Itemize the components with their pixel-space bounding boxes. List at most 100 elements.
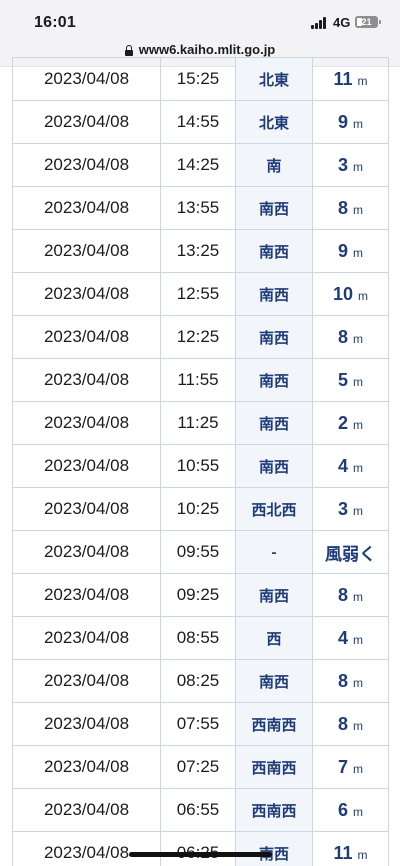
direction-cell: 北東 — [235, 57, 313, 101]
date-cell: 2023/04/08 — [12, 487, 161, 531]
wave-value: 9 — [337, 240, 348, 261]
table-row: 2023/04/08 11:25 南西 2 m — [12, 401, 389, 445]
wave-cell: 5m — [312, 358, 389, 402]
wave-unit: m — [353, 417, 363, 432]
url-text: www6.kaiho.mlit.go.jp — [138, 42, 276, 57]
direction-cell: 南西 — [235, 659, 313, 703]
table-row: 2023/04/08 10:25 西北西 3 m — [12, 487, 389, 531]
wave-cell: 6m — [312, 788, 389, 832]
wave-value: 11 — [333, 68, 353, 89]
time-cell: 06:25 — [160, 831, 236, 866]
wave-cell: 8m — [312, 702, 389, 746]
wave-unit: m — [353, 331, 363, 346]
date-cell: 2023/04/08 — [12, 788, 161, 832]
observation-table-container[interactable]: 2023/04/08 15:25 北東 11 m 2023/04/08 14:55 北東 9 m 2… — [12, 57, 389, 866]
wave-value: 8 — [337, 197, 348, 218]
wave-unit: m — [353, 718, 363, 733]
wave-value: 8 — [337, 326, 348, 347]
date-cell: 2023/04/08 — [12, 530, 161, 574]
wave-value: 10 — [332, 283, 354, 304]
time-cell: 07:25 — [160, 745, 236, 789]
wave-value: 2 — [337, 412, 348, 433]
wave-unit: m — [357, 847, 368, 862]
battery-icon: 21 — [355, 16, 378, 28]
date-cell: 2023/04/08 — [12, 616, 161, 660]
wave-cell: 10 m — [312, 272, 389, 316]
wave-value: 3 — [337, 154, 348, 175]
battery-tip — [379, 20, 381, 24]
wave-cell: 11 m — [312, 831, 389, 866]
table-row: 2023/04/08 08:25 南西 8 m — [12, 659, 389, 703]
wave-value: 8 — [337, 584, 348, 605]
direction-cell: 南西 — [235, 573, 313, 617]
direction-cell: 南 — [235, 143, 313, 187]
wave-cell: 8m — [312, 315, 389, 359]
wave-unit: m — [357, 73, 368, 88]
wave-cell: 4m — [312, 444, 389, 488]
table-row: 2023/04/08 07:25 西南西 7 m — [12, 745, 389, 789]
date-cell: 2023/04/08 — [12, 358, 161, 402]
date-cell: 2023/04/08 — [12, 444, 161, 488]
table-row: 2023/04/08 12:55 南西 10 m — [12, 272, 389, 316]
direction-cell: 南西 — [235, 401, 313, 445]
direction-cell: 北東 — [235, 100, 313, 144]
time-cell: 07:55 — [160, 702, 236, 746]
wave-cell: 9m — [312, 100, 389, 144]
wave-cell: 8m — [312, 659, 389, 703]
direction-cell: 南西 — [235, 272, 313, 316]
wave-value: 7 — [337, 756, 348, 777]
table-row: 2023/04/08 08:55 西 4 m — [12, 616, 389, 660]
wave-unit: m — [353, 804, 363, 819]
home-indicator[interactable] — [129, 852, 272, 857]
date-cell: 2023/04/08 — [12, 143, 161, 187]
wave-cell: 9m — [312, 229, 389, 273]
time-cell: 13:55 — [160, 186, 236, 230]
direction-cell: 西南西 — [235, 788, 313, 832]
battery-percentage: 21 — [361, 17, 372, 27]
cellular-signal-icon — [311, 17, 328, 29]
date-cell: 2023/04/08 — [12, 573, 161, 617]
wave-unit: m — [353, 761, 363, 776]
direction-cell: 西南西 — [235, 702, 313, 746]
time-cell: 12:55 — [160, 272, 236, 316]
direction-cell: 南西 — [235, 444, 313, 488]
table-row: 2023/04/08 07:55 西南西 8 m — [12, 702, 389, 746]
wave-cell: 3m — [312, 487, 389, 531]
time-cell: 10:25 — [160, 487, 236, 531]
status-bar: 16:01 4G 21 — [0, 0, 400, 36]
time-cell: 15:25 — [160, 57, 236, 101]
direction-cell: 南西 — [235, 229, 313, 273]
time-cell: 11:25 — [160, 401, 236, 445]
direction-cell: 南西 — [235, 358, 313, 402]
wave-cell: 8m — [312, 573, 389, 617]
time-cell: 09:55 — [160, 530, 236, 574]
wave-cell: 風弱く — [312, 530, 389, 574]
wave-value: 4 — [337, 627, 348, 648]
time-cell: 08:55 — [160, 616, 236, 660]
table-row: 2023/04/08 14:55 北東 9 m — [12, 100, 389, 144]
wave-value: 9 — [337, 111, 348, 132]
wave-value: 6 — [337, 799, 348, 820]
wave-unit: m — [353, 503, 363, 518]
wave-unit: m — [353, 460, 363, 475]
time-cell: 09:25 — [160, 573, 236, 617]
date-cell: 2023/04/08 — [12, 401, 161, 445]
status-time: 16:01 — [34, 14, 76, 31]
table-row: 2023/04/08 13:55 南西 8 m — [12, 186, 389, 230]
wave-unit: m — [353, 116, 363, 131]
table-row: 2023/04/08 09:25 南西 8 m — [12, 573, 389, 617]
wave-cell: 2m — [312, 401, 389, 445]
table-row: 2023/04/08 13:25 南西 9 m — [12, 229, 389, 273]
direction-cell: 南西 — [235, 315, 313, 359]
wave-unit: m — [353, 675, 363, 690]
direction-cell: 南西 — [235, 186, 313, 230]
wave-value: 11 — [333, 842, 353, 863]
wave-value: 5 — [337, 369, 348, 390]
time-cell: 12:25 — [160, 315, 236, 359]
date-cell: 2023/04/08 — [12, 229, 161, 273]
wave-value: 3 — [337, 498, 348, 519]
url-display[interactable]: www6.kaiho.mlit.go.jp — [124, 42, 276, 57]
wave-value: 8 — [337, 713, 348, 734]
wave-unit: m — [353, 374, 363, 389]
table-row: 2023/04/08 09:55- 風弱く — [12, 530, 389, 574]
